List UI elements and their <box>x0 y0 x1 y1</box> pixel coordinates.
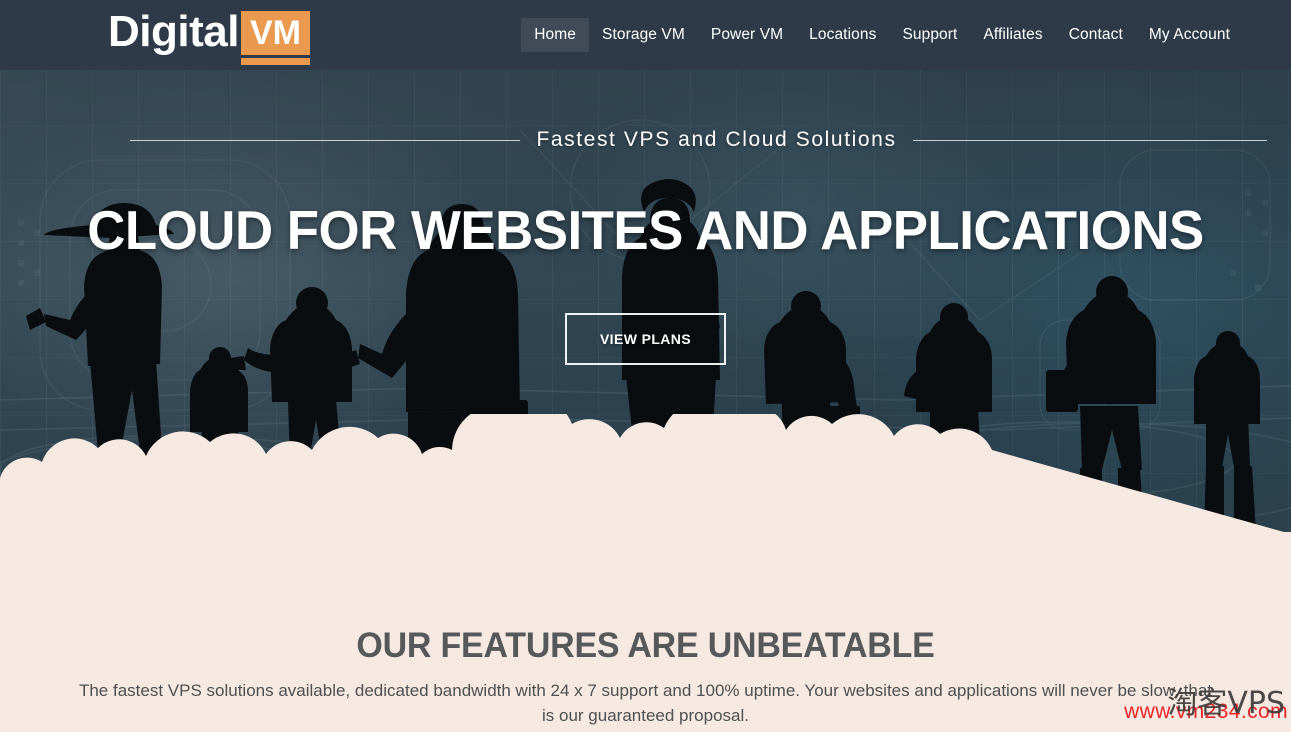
view-plans-button[interactable]: VIEW PLANS <box>564 313 727 365</box>
nav-item-storage-vm[interactable]: Storage VM <box>589 18 698 52</box>
tagline-divider-right <box>912 139 1267 141</box>
logo-word: Digital <box>108 7 239 56</box>
page-root: Digital VM Home Storage VM Power VM Loca… <box>0 0 1291 732</box>
site-logo[interactable]: Digital VM <box>108 6 310 65</box>
logo-badge: VM <box>240 11 310 55</box>
nav-item-contact[interactable]: Contact <box>1056 18 1136 52</box>
hero-cta-wrapper: VIEW PLANS <box>0 313 1291 365</box>
tagline-divider-left <box>130 139 521 141</box>
features-title: OUR FEATURES ARE UNBEATABLE <box>356 626 935 665</box>
hero-tagline-row: Fastest VPS and Cloud Solutions <box>0 128 1291 152</box>
hero-content: Fastest VPS and Cloud Solutions CLOUD FO… <box>0 70 1291 532</box>
nav-item-my-account[interactable]: My Account <box>1136 18 1243 52</box>
site-header: Digital VM Home Storage VM Power VM Loca… <box>0 0 1291 70</box>
nav-item-affiliates[interactable]: Affiliates <box>970 18 1055 52</box>
nav-item-support[interactable]: Support <box>889 18 970 52</box>
nav-item-power-vm[interactable]: Power VM <box>698 18 796 52</box>
hero-tagline: Fastest VPS and Cloud Solutions <box>536 128 897 151</box>
nav-item-locations[interactable]: Locations <box>796 18 889 52</box>
header-inner: Digital VM Home Storage VM Power VM Loca… <box>0 0 1291 70</box>
main-navigation: Home Storage VM Power VM Locations Suppo… <box>521 0 1243 70</box>
logo-underline-bar <box>240 58 310 65</box>
features-description: The fastest VPS solutions available, ded… <box>78 681 1213 725</box>
hero-title: CLOUD FOR WEBSITES AND APPLICATIONS <box>87 199 1204 261</box>
features-section: OUR FEATURES ARE UNBEATABLE The fastest … <box>0 532 1291 732</box>
hero-section: Fastest VPS and Cloud Solutions CLOUD FO… <box>0 70 1291 532</box>
nav-item-home[interactable]: Home <box>521 18 590 52</box>
logo-badge-wrap: VM <box>240 6 310 65</box>
